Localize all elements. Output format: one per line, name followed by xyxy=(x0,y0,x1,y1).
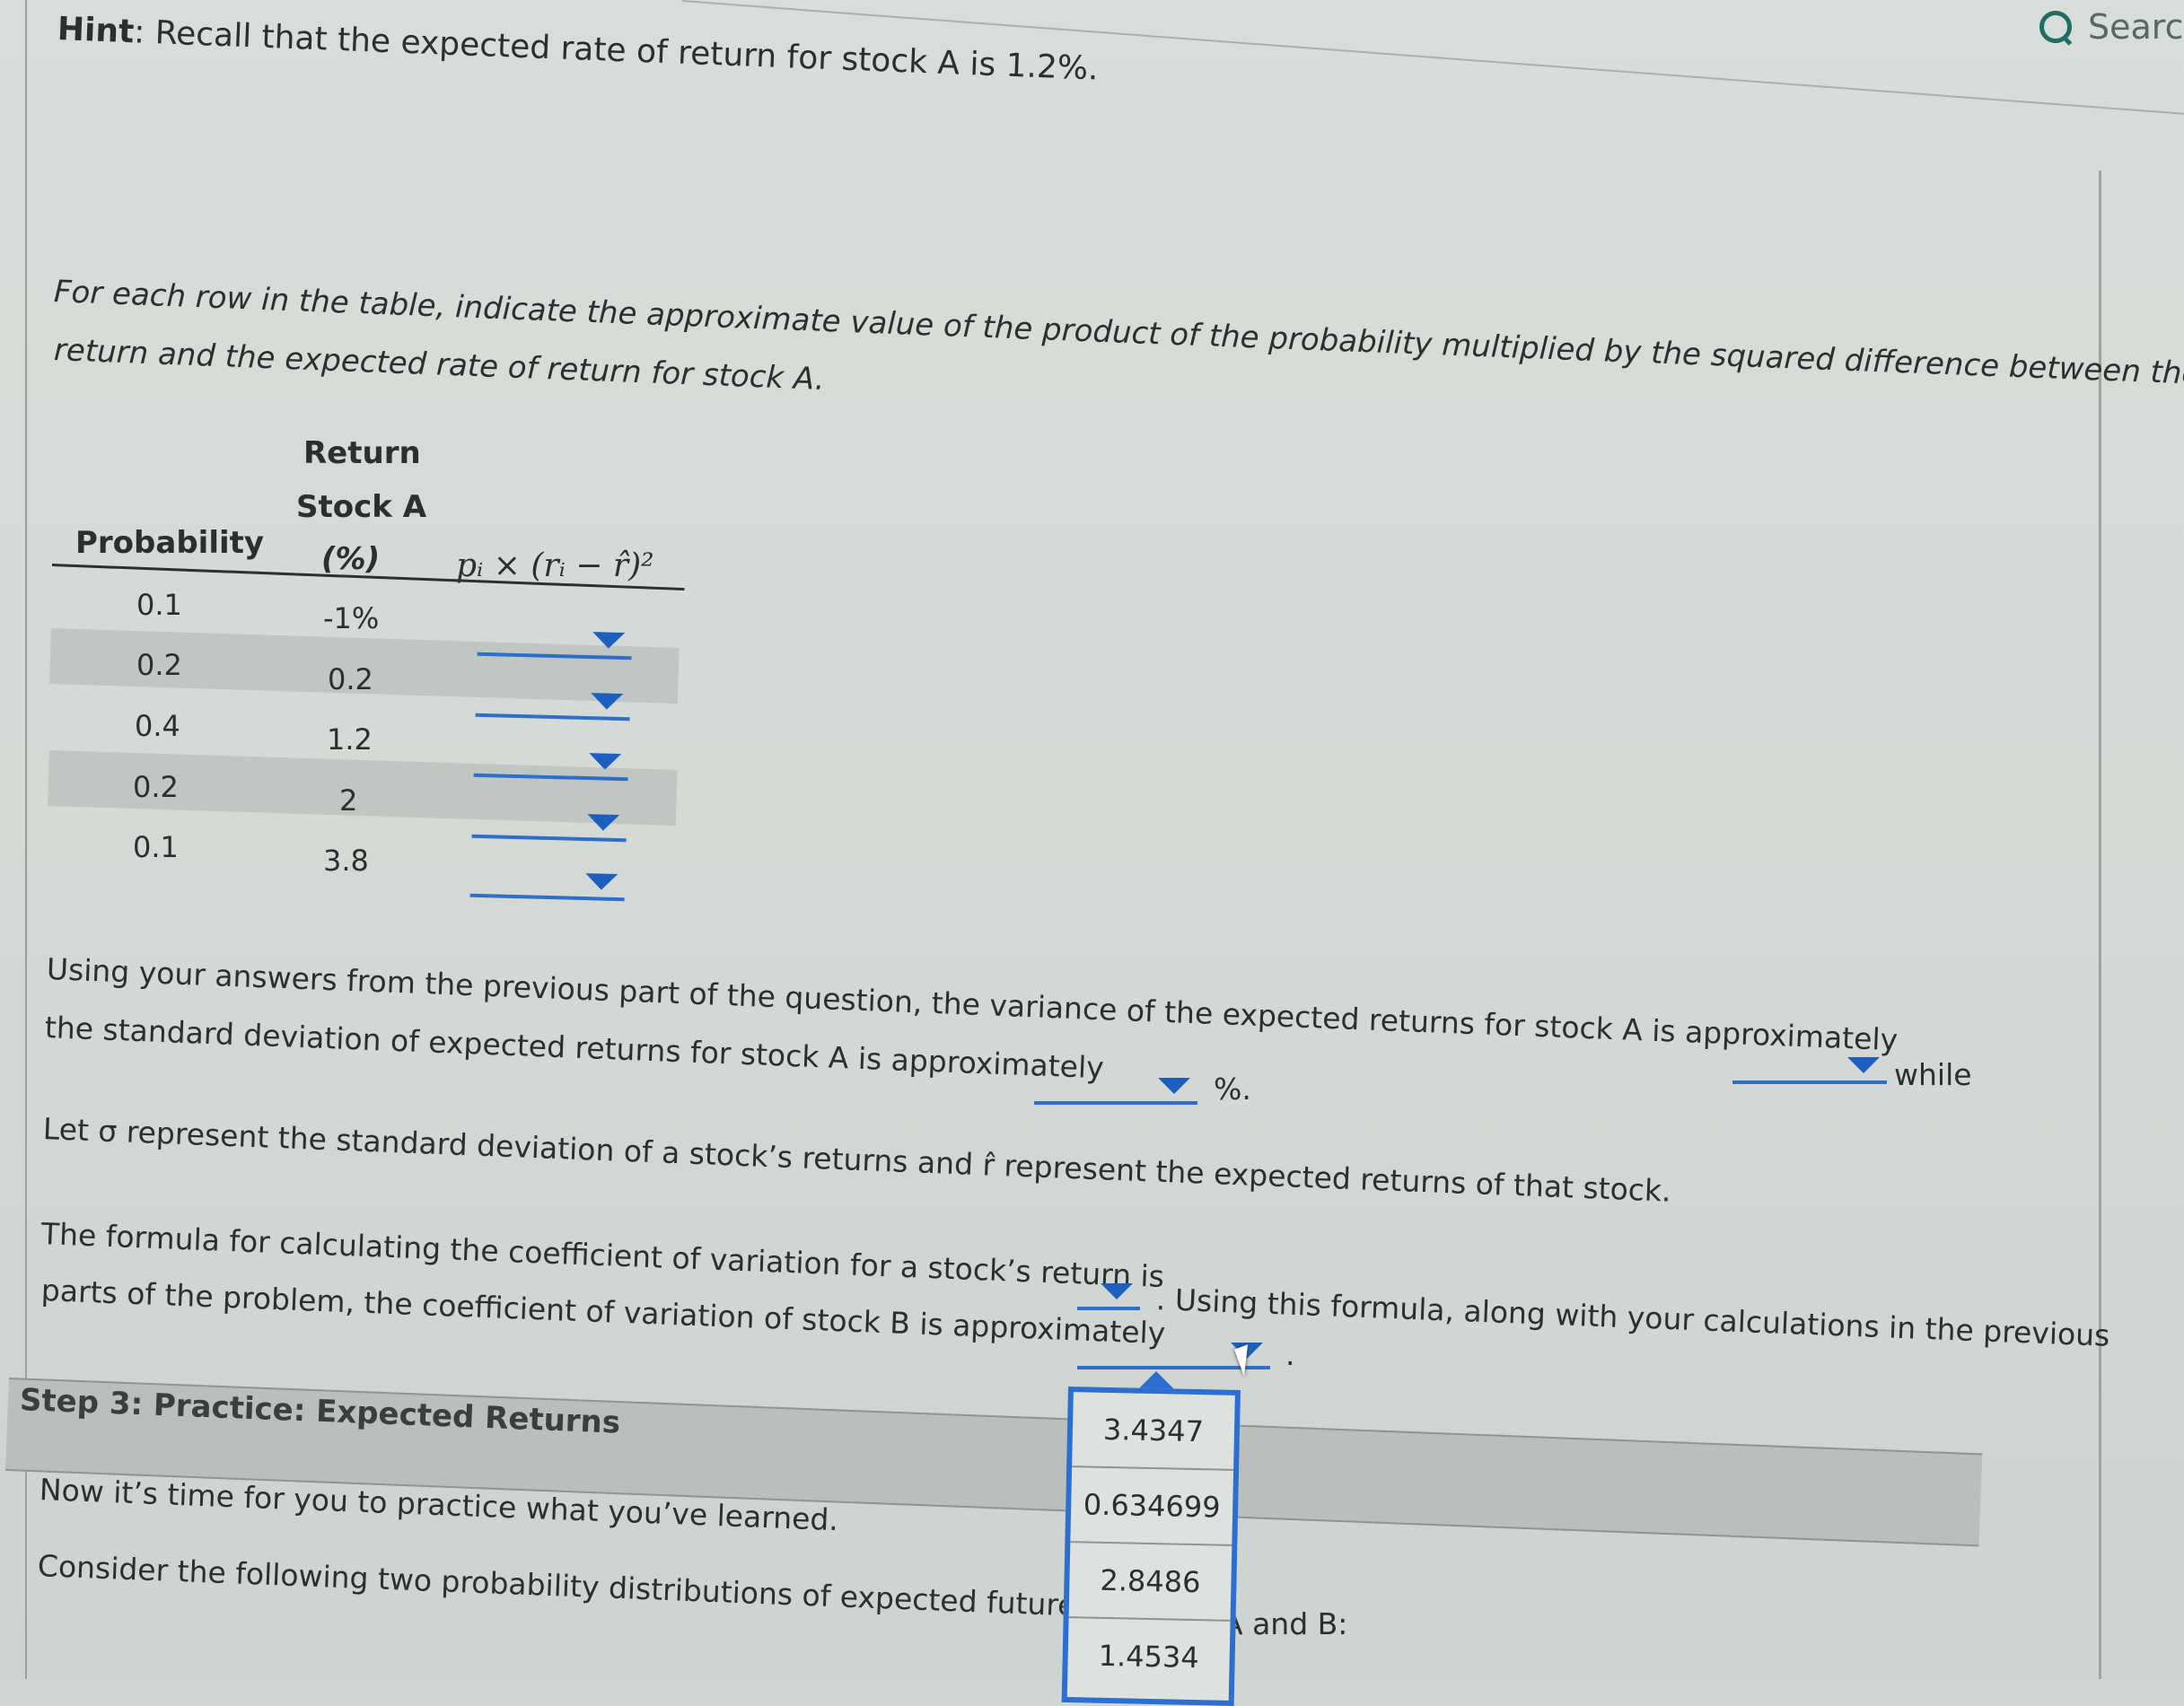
chevron-down-icon[interactable] xyxy=(1158,1078,1190,1094)
table-cell-probability: 0.1 xyxy=(136,588,182,622)
std-dev-dropdown[interactable] xyxy=(1034,1072,1197,1105)
chevron-down-icon[interactable] xyxy=(1101,1283,1133,1299)
cv-formula-dropdown[interactable] xyxy=(1077,1278,1140,1310)
variance-while-text: while xyxy=(1894,1057,1972,1092)
column-header-stock: Stock A xyxy=(296,489,427,525)
sigma-note: Let σ represent the standard deviation o… xyxy=(42,1111,1672,1209)
dropdown-underline xyxy=(469,893,625,902)
step3-line2-end: A and B: xyxy=(1223,1606,1348,1641)
row4-product-dropdown[interactable] xyxy=(471,806,627,843)
row2-product-dropdown[interactable] xyxy=(475,685,631,722)
formula-header: pᵢ × (rᵢ − r̂)² xyxy=(456,547,654,584)
chevron-down-icon[interactable] xyxy=(588,753,622,771)
instructions-line2: return and the expected rate of return f… xyxy=(53,332,826,398)
step3-line2: Consider the following two probability d… xyxy=(37,1548,1192,1628)
table-cell-probability: 0.2 xyxy=(133,770,179,804)
chevron-down-icon[interactable] xyxy=(592,632,626,650)
table-cell-return: 0.2 xyxy=(328,662,373,696)
cv-question-line1-cont: . Using this formula, along with your ca… xyxy=(1155,1282,2111,1353)
chevron-down-icon[interactable] xyxy=(584,873,618,891)
table-cell-return: 3.8 xyxy=(323,844,369,878)
row1-product-dropdown[interactable] xyxy=(477,624,633,661)
page: Search Hint: Recall that the expected ra… xyxy=(0,0,2184,1706)
content-border xyxy=(2099,171,2101,1679)
column-header-unit: (%) xyxy=(321,541,381,577)
search-control[interactable]: Search xyxy=(2038,7,2184,47)
row5-product-dropdown[interactable] xyxy=(469,865,626,902)
dropdown-underline xyxy=(1077,1307,1140,1310)
dropdown-underline xyxy=(475,713,630,722)
chevron-down-icon[interactable] xyxy=(1847,1057,1880,1073)
hint-label: Hint xyxy=(57,11,136,51)
percent-suffix: %. xyxy=(1214,1072,1251,1107)
column-header-probability: Probability xyxy=(75,525,265,561)
dropdown-options-list[interactable]: 3.4347 0.634699 2.8486 1.4534 xyxy=(1061,1387,1241,1706)
dropdown-option[interactable]: 2.8486 xyxy=(1068,1543,1232,1622)
cv-question-end: . xyxy=(1285,1337,1295,1372)
variance-question-line2: the standard deviation of expected retur… xyxy=(44,1010,1105,1086)
table-cell-return: 1.2 xyxy=(327,722,373,757)
column-header-return: Return xyxy=(303,435,421,471)
table-cell-return: -1% xyxy=(323,601,380,635)
table-cell-return: 2 xyxy=(339,783,358,818)
search-label: Search xyxy=(2088,7,2184,47)
search-icon[interactable] xyxy=(2038,9,2074,45)
dropdown-option[interactable]: 1.4534 xyxy=(1067,1618,1231,1695)
dropdown-underline xyxy=(1034,1101,1197,1105)
dropdown-option[interactable]: 3.4347 xyxy=(1072,1392,1235,1471)
dropdown-underline xyxy=(1732,1080,1887,1084)
dropdown-caret xyxy=(1138,1371,1174,1389)
variance-dropdown[interactable] xyxy=(1732,1052,1887,1084)
chevron-down-icon[interactable] xyxy=(586,814,620,832)
table-cell-probability: 0.1 xyxy=(133,830,179,864)
chevron-down-icon[interactable] xyxy=(590,693,624,711)
row3-product-dropdown[interactable] xyxy=(473,745,629,782)
hint-body: : Recall that the expected rate of retur… xyxy=(133,13,1100,88)
table-cell-probability: 0.4 xyxy=(135,709,180,743)
hint-text: Hint: Recall that the expected rate of r… xyxy=(57,11,1099,88)
table-cell-probability: 0.2 xyxy=(136,648,182,682)
dropdown-underline xyxy=(471,834,627,843)
dropdown-option[interactable]: 0.634699 xyxy=(1070,1467,1234,1546)
